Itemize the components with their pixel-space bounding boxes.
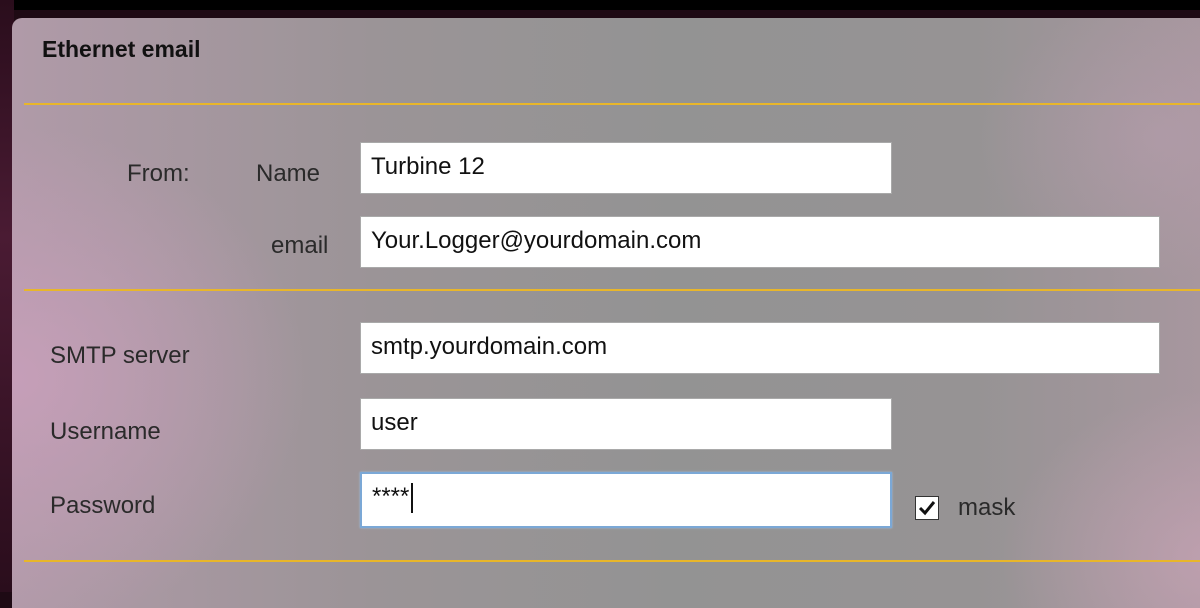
name-field[interactable]: Turbine 12 [360, 142, 892, 194]
panel-title: Ethernet email [42, 36, 201, 62]
window-top-edge [0, 0, 1200, 10]
email-field[interactable]: Your.Logger@yourdomain.com [360, 216, 1160, 268]
password-label: Password [50, 492, 156, 519]
divider-bottom [24, 560, 1200, 562]
checkmark-icon [918, 501, 936, 516]
text-cursor [411, 482, 414, 513]
smtp-server-field[interactable]: smtp.yourdomain.com [360, 322, 1160, 374]
mask-checkbox[interactable] [915, 496, 939, 520]
password-field[interactable]: **** [360, 472, 892, 528]
smtp-server-label: SMTP server [50, 342, 190, 369]
username-label: Username [50, 418, 161, 445]
from-label: From: [127, 160, 190, 187]
email-label: email [271, 232, 329, 259]
password-mask-text: **** [372, 483, 410, 510]
name-label: Name [256, 160, 321, 187]
divider-top [24, 103, 1200, 105]
username-field[interactable]: user [360, 398, 892, 450]
mask-label: mask [958, 494, 1016, 521]
divider-middle [24, 289, 1200, 291]
